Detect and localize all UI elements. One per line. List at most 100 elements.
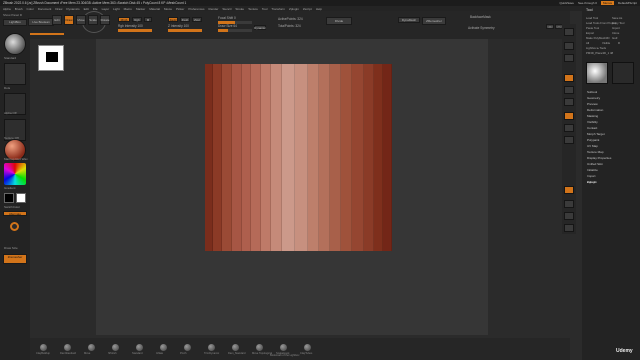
edit-button[interactable]: Edit (52, 15, 62, 25)
zoom-icon[interactable] (564, 74, 574, 82)
brush-icon[interactable] (232, 344, 239, 351)
brush-icon[interactable] (88, 344, 95, 351)
menu-item[interactable]: Alpha (3, 7, 11, 11)
brush-icon[interactable] (160, 344, 167, 351)
brush-icon[interactable] (280, 344, 287, 351)
tool-grid-button[interactable]: GoZ (612, 36, 617, 40)
live-boolean-button[interactable]: Live Boolean (28, 18, 54, 26)
tool-submenu-item[interactable]: Contact (587, 126, 597, 130)
tool-submenu-item[interactable]: Morph Target (587, 132, 605, 136)
menu-item[interactable]: Material (149, 7, 160, 11)
menu-item[interactable]: Preferences (188, 7, 204, 11)
quicksave-button[interactable]: QuickSave (559, 1, 574, 5)
draw-size-slider[interactable] (218, 29, 252, 32)
menu-item[interactable]: Picker (176, 7, 184, 11)
rgb-intensity-slider[interactable] (118, 29, 152, 32)
menu-item[interactable]: Zscript (303, 7, 312, 11)
brush-icon[interactable] (184, 344, 191, 351)
tool-submenu-item[interactable]: Texture Map (587, 150, 604, 154)
tool-submenu-item[interactable]: Unified Skin (587, 162, 603, 166)
divide-button[interactable]: Divide (326, 17, 352, 25)
plane-mesh[interactable] (205, 64, 392, 251)
tool-grid-button[interactable]: Clone (612, 31, 619, 35)
lightbox-button[interactable]: LightBox (3, 19, 27, 26)
bpr-icon[interactable] (564, 28, 574, 36)
menus-button[interactable]: Menus (600, 1, 614, 5)
menu-item[interactable]: Stencil (222, 7, 231, 11)
menu-item[interactable]: Marker (136, 7, 145, 11)
tool-submenu-item[interactable]: Geometry (587, 96, 600, 100)
tool-grid-button[interactable]: R (618, 41, 620, 45)
tool-grid-button[interactable]: Visible (602, 41, 610, 45)
menu-item[interactable]: Light (113, 7, 120, 11)
menu-item[interactable]: Tool (262, 7, 268, 11)
brush-thumbnail[interactable] (4, 33, 26, 55)
tool-thumbnail-plane[interactable] (586, 62, 608, 84)
spix-icon[interactable] (564, 42, 574, 50)
main-color-swatch[interactable] (4, 193, 14, 203)
tool-submenu-item[interactable]: Display Properties (587, 156, 611, 160)
move-button[interactable]: Move (76, 15, 86, 25)
record-icon[interactable] (10, 222, 19, 231)
zremesher-left-button[interactable]: Zremesher (3, 254, 27, 264)
m-button[interactable]: M (144, 17, 152, 22)
floor-icon[interactable] (564, 124, 574, 132)
menu-item[interactable]: Render (209, 7, 219, 11)
menu-item[interactable]: Texture (248, 7, 258, 11)
tool-submenu-item[interactable]: Deformation (587, 108, 603, 112)
tool-grid-button[interactable]: PM3D_Plane3D_1 48 (586, 51, 613, 55)
color-picker[interactable] (4, 163, 26, 185)
menu-item[interactable]: Color (27, 7, 34, 11)
menu-item[interactable]: Edit (84, 7, 89, 11)
brush-icon[interactable] (40, 344, 47, 351)
scale-button[interactable]: Scale (88, 15, 98, 25)
secondary-color-swatch[interactable] (16, 193, 26, 203)
scale-view-icon[interactable] (564, 212, 574, 220)
persp-icon[interactable] (564, 112, 574, 120)
tool-submenu-item[interactable]: UV Map (587, 144, 598, 148)
tool-thumbnail-alt[interactable] (612, 62, 634, 84)
navigator-thumbnail[interactable] (38, 45, 64, 71)
zplugin-menu[interactable]: Zplugin (587, 180, 597, 184)
brush-icon[interactable] (64, 344, 71, 351)
z-intensity-slider[interactable] (168, 29, 202, 32)
tool-submenu-item[interactable]: Polypaint (587, 138, 599, 142)
dynamic-button[interactable]: Dynamic (254, 25, 266, 30)
menu-item[interactable]: Brush (15, 7, 23, 11)
mrgb-button[interactable]: Mrgb (118, 17, 130, 22)
tool-grid-button[interactable]: Copy Tool (612, 21, 624, 25)
see-through-slider[interactable]: See-through 0 (578, 1, 597, 5)
zcut-button[interactable]: Zcut (192, 17, 202, 22)
aahalf-icon[interactable] (564, 98, 574, 106)
menu-item[interactable]: Transform (271, 7, 285, 11)
brush-icon[interactable] (136, 344, 143, 351)
brush-icon[interactable] (304, 344, 311, 351)
actual-icon[interactable] (564, 86, 574, 94)
menu-item[interactable]: Stroke (235, 7, 244, 11)
tool-grid-button[interactable]: Export (586, 31, 594, 35)
menu-item[interactable]: Document (38, 7, 52, 11)
tool-submenu-item[interactable]: Visibility (587, 120, 598, 124)
menu-item[interactable]: Help (316, 7, 322, 11)
menu-item[interactable]: Layer (102, 7, 110, 11)
default-script-button[interactable]: DefaultZScript (618, 1, 637, 5)
tool-grid-button[interactable]: Lightbox ▸ Tools (586, 46, 606, 50)
brush-icon[interactable] (256, 344, 263, 351)
menu-item[interactable]: Dynamics (66, 7, 79, 11)
local-icon[interactable] (564, 136, 574, 144)
tool-grid-button[interactable]: Make PolyMesh3D (586, 36, 609, 40)
tool-grid-button[interactable]: Save As (612, 16, 622, 20)
zadd-button[interactable]: Zadd (168, 17, 178, 22)
rgb-button[interactable]: Rgb (132, 17, 142, 22)
frame-icon[interactable] (564, 186, 574, 194)
tool-grid-button[interactable]: All (586, 41, 589, 45)
menu-item[interactable]: Zplugin (289, 7, 299, 11)
zremesher-shelf-button[interactable]: ZRemesher (422, 17, 446, 25)
rotate-view-icon[interactable] (564, 224, 574, 232)
menu-item[interactable]: Macro (124, 7, 132, 11)
alternate-button[interactable]: Alternate (3, 211, 27, 216)
brush-icon[interactable] (112, 344, 119, 351)
tool-submenu-item[interactable]: Initialize (587, 168, 598, 172)
menu-item[interactable]: File (93, 7, 98, 11)
tool-grid-button[interactable]: Import (612, 26, 620, 30)
